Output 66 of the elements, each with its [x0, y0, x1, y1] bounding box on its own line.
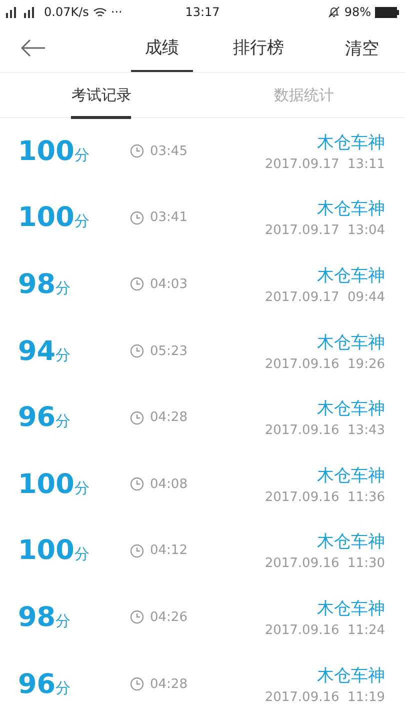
score-unit: 分: [56, 678, 71, 698]
duration-text: 04:08: [150, 476, 188, 492]
clock-icon: [130, 477, 144, 492]
header-tab[interactable]: 成绩: [131, 24, 193, 72]
back-arrow-icon: [20, 39, 46, 57]
sub-tab[interactable]: 考试记录: [71, 74, 132, 119]
more-indicator: ···: [110, 5, 122, 19]
clear-button[interactable]: 清空: [339, 36, 385, 60]
record-date: 2017.09.16 19:26: [264, 356, 385, 372]
score-unit: 分: [74, 545, 90, 564]
score-value: 100: [18, 202, 74, 234]
clock-time: 13:17: [185, 5, 220, 19]
clock-icon: [130, 344, 144, 358]
score-unit: 分: [56, 412, 71, 432]
record-date: 2017.09.16 11:30: [264, 556, 385, 572]
record-date: 2017.09.16 13:43: [264, 423, 385, 438]
duration-text: 04:28: [150, 410, 188, 426]
score-unit: 分: [74, 478, 90, 498]
record-date: 2017.09.16 11:19: [264, 690, 385, 705]
clock-icon: [130, 610, 144, 624]
network-speed: 0.07K/s: [44, 5, 89, 19]
score-value: 98: [18, 268, 56, 300]
clock-icon: [130, 210, 144, 225]
score-unit: 分: [74, 146, 90, 165]
duration-text: 04:26: [150, 610, 188, 625]
record-date: 2017.09.17 13:11: [264, 156, 385, 172]
score-unit: 分: [74, 212, 90, 232]
duration-text: 04:12: [150, 543, 188, 558]
user-name: 木仓车神: [317, 332, 385, 354]
score-unit: 分: [56, 346, 71, 365]
record-date: 2017.09.17 13:04: [264, 223, 385, 238]
header-tab[interactable]: 排行榜: [219, 24, 298, 72]
clock-icon: [130, 677, 144, 692]
score-value: 100: [18, 136, 74, 167]
user-name: 木仓车神: [317, 598, 385, 620]
clock-icon: [130, 277, 144, 292]
record-date: 2017.09.16 11:36: [264, 490, 385, 505]
user-name: 木仓车神: [317, 664, 385, 687]
bell-off-icon: [328, 6, 340, 18]
battery-icon: [374, 6, 399, 18]
duration-text: 04:03: [150, 276, 188, 292]
score-value: 100: [18, 535, 74, 566]
user-name: 木仓车神: [317, 464, 385, 487]
wifi-icon: [92, 6, 107, 18]
user-name: 木仓车神: [317, 398, 385, 420]
clock-icon: [130, 544, 144, 558]
score-value: 100: [18, 468, 74, 500]
duration-text: 03:45: [150, 144, 188, 159]
score-value: 94: [18, 336, 56, 367]
score-value: 98: [18, 602, 56, 633]
record-date: 2017.09.16 11:24: [264, 622, 385, 638]
duration-text: 04:28: [150, 676, 188, 692]
score-value: 96: [18, 668, 56, 700]
duration-text: 05:23: [150, 344, 188, 359]
battery-percent: 98%: [344, 5, 371, 19]
user-name: 木仓车神: [317, 531, 385, 554]
score-value: 96: [18, 402, 56, 434]
clock-icon: [130, 144, 144, 158]
user-name: 木仓车神: [317, 132, 385, 154]
score-unit: 分: [56, 278, 71, 298]
user-name: 木仓车神: [317, 198, 385, 220]
record-date: 2017.09.17 09:44: [264, 290, 385, 305]
score-unit: 分: [56, 612, 71, 631]
duration-text: 03:41: [150, 210, 188, 226]
user-name: 木仓车神: [317, 264, 385, 287]
clock-icon: [130, 410, 144, 425]
